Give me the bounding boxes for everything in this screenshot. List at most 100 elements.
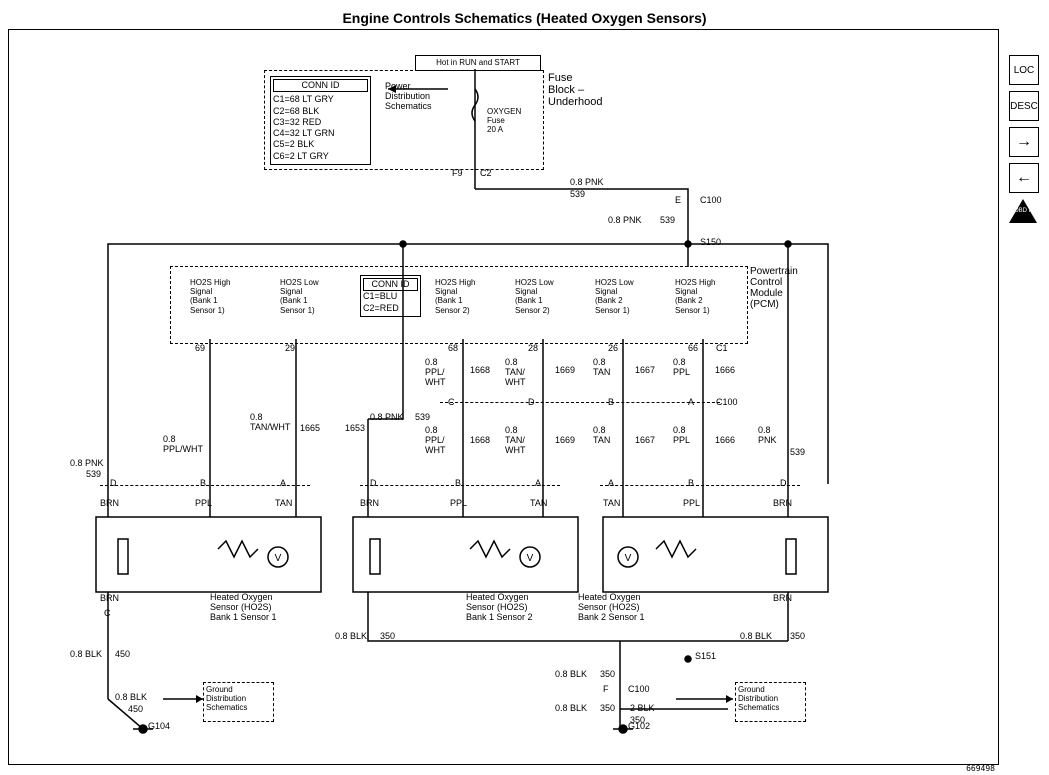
mid-c4-n: 1667 bbox=[635, 366, 655, 376]
wire-539-2: 539 bbox=[660, 216, 675, 226]
sig-b1s2-hi: HO2S High Signal (Bank 1 Sensor 2) bbox=[435, 278, 490, 315]
r3-c2-n: 1667 bbox=[635, 436, 655, 446]
sensor1-label: Heated Oxygen Sensor (HO2S) Bank 1 Senso… bbox=[210, 593, 277, 623]
clr-0: BRN bbox=[100, 499, 119, 509]
r3-c3-n: 1666 bbox=[715, 436, 735, 446]
oxygen-fuse-label: OXYGEN Fuse 20 A bbox=[487, 108, 521, 134]
pwr-dist-label: Power Distribution Schematics bbox=[385, 82, 432, 112]
clr-3: BRN bbox=[360, 499, 379, 509]
pin-c-left: C bbox=[104, 609, 111, 619]
page: Engine Controls Schematics (Heated Oxyge… bbox=[0, 0, 1049, 775]
r3-rpnk: 0.8 PNK bbox=[758, 426, 777, 446]
toolbar: LOC DESC → ← OBD II bbox=[1009, 55, 1039, 223]
blk350r: 0.8 BLK bbox=[740, 632, 772, 642]
pin-f: F bbox=[603, 685, 609, 695]
s150: S150 bbox=[700, 238, 721, 248]
obd-icon: OBD II bbox=[1009, 199, 1037, 223]
r3-rpnk-n: 539 bbox=[790, 448, 805, 458]
mid-c5-n: 1666 bbox=[715, 366, 735, 376]
c100-dashline bbox=[440, 402, 720, 403]
prev-button[interactable]: ← bbox=[1009, 163, 1039, 193]
conn-dash-2 bbox=[360, 485, 560, 486]
gnd-dist-2: Ground Distribution Schematics bbox=[735, 682, 806, 722]
mid-c5-u: 0.8 PPL bbox=[673, 358, 690, 378]
conn-dash-1 bbox=[100, 485, 310, 486]
wire-pnk-539-top: 0.8 PNK bbox=[570, 178, 604, 188]
conn-id-box-pcm: CONN ID C1=BLU C2=RED bbox=[360, 275, 421, 317]
r3-c0-n: 1668 bbox=[470, 436, 490, 446]
next-button[interactable]: → bbox=[1009, 127, 1039, 157]
pin-69: 69 bbox=[195, 344, 205, 354]
doc-number: 669498 bbox=[966, 764, 995, 773]
left-lpnk: 0.8 PNK bbox=[70, 459, 104, 469]
sig-b1s2-lo: HO2S Low Signal (Bank 1 Sensor 2) bbox=[515, 278, 570, 315]
wire-pnk-2: 0.8 PNK bbox=[608, 216, 642, 226]
conn-id-box-fuse: CONN ID C1=68 LT GRY C2=68 BLK C3=32 RED… bbox=[270, 76, 371, 165]
clr-7: PPL bbox=[683, 499, 700, 509]
pin-B3: B bbox=[688, 479, 694, 489]
sensor3-label: Heated Oxygen Sensor (HO2S) Bank 2 Senso… bbox=[578, 593, 645, 623]
fuse-block-label: Fuse Block – Underhood bbox=[548, 72, 602, 108]
r3-c2-u: 0.8 TAN bbox=[593, 426, 610, 446]
blk2: 2 BLK bbox=[630, 704, 655, 714]
sensor2-label: Heated Oxygen Sensor (HO2S) Bank 1 Senso… bbox=[466, 593, 533, 623]
r3-c0-u: 0.8 PPL/ WHT bbox=[425, 426, 446, 456]
g104: G104 bbox=[148, 722, 170, 732]
pin-29: 29 bbox=[285, 344, 295, 354]
pin-28: 28 bbox=[528, 344, 538, 354]
pin-D1: D bbox=[110, 479, 117, 489]
clr-8: BRN bbox=[773, 499, 792, 509]
clr-2: TAN bbox=[275, 499, 292, 509]
left-ppl-n: 1653 bbox=[345, 424, 365, 434]
conn-id-list: C1=68 LT GRY C2=68 BLK C3=32 RED C4=32 L… bbox=[273, 94, 368, 162]
hot-label: Hot in RUN and START bbox=[415, 55, 541, 71]
brn-left: BRN bbox=[100, 594, 119, 604]
r3-c3-u: 0.8 PPL bbox=[673, 426, 690, 446]
pin-e: E bbox=[675, 196, 681, 206]
clr-1: PPL bbox=[195, 499, 212, 509]
left-pnk-n: 539 bbox=[415, 413, 430, 423]
pin-c2: C2 bbox=[480, 169, 492, 179]
g102: G102 bbox=[628, 722, 650, 732]
blk350b: 0.8 BLK bbox=[555, 670, 587, 680]
n350a: 350 bbox=[380, 632, 395, 642]
pin-66: 66 bbox=[688, 344, 698, 354]
pin-B2: B bbox=[455, 479, 461, 489]
pin-D3: D bbox=[780, 479, 787, 489]
conn-id-hdr-pcm: CONN ID bbox=[363, 278, 418, 291]
sig-b2s1-lo: HO2S Low Signal (Bank 2 Sensor 1) bbox=[595, 278, 650, 315]
mid-c3-u: 0.8 TAN/ WHT bbox=[505, 358, 526, 388]
c100-top: C100 bbox=[700, 196, 722, 206]
conn-id-list-pcm: C1=BLU C2=RED bbox=[363, 291, 418, 314]
page-title: Engine Controls Schematics (Heated Oxyge… bbox=[0, 10, 1049, 26]
clr-5: TAN bbox=[530, 499, 547, 509]
c100-btm: C100 bbox=[628, 685, 650, 695]
pcm-c1: C1 bbox=[716, 344, 728, 354]
pcm-label: Powertrain Control Module (PCM) bbox=[750, 266, 798, 310]
gnd-dist-1: Ground Distribution Schematics bbox=[203, 682, 274, 722]
pin-26: 26 bbox=[608, 344, 618, 354]
pin-f9: F9 bbox=[452, 169, 463, 179]
sig-b1s1-hi: HO2S High Signal (Bank 1 Sensor 1) bbox=[190, 278, 245, 315]
left-tan: 0.8 TAN/WHT bbox=[250, 413, 290, 433]
pin-B1: B bbox=[200, 479, 206, 489]
sig-b2s1-hi: HO2S High Signal (Bank 2 Sensor 1) bbox=[675, 278, 730, 315]
sig-b1s1-lo: HO2S Low Signal (Bank 1 Sensor 1) bbox=[280, 278, 335, 315]
r3-c1-n: 1669 bbox=[555, 436, 575, 446]
pin-68: 68 bbox=[448, 344, 458, 354]
left-ppl: 0.8 PPL/WHT bbox=[163, 435, 203, 455]
pin-D2: D bbox=[370, 479, 377, 489]
clr-4: PPL bbox=[450, 499, 467, 509]
blk450b: 0.8 BLK bbox=[115, 693, 147, 703]
conn-dash-3 bbox=[600, 485, 800, 486]
pin-A3: A bbox=[608, 479, 614, 489]
left-lpnk-n: 539 bbox=[86, 470, 101, 480]
n450b: 450 bbox=[128, 705, 143, 715]
mid-c2-n: 1668 bbox=[470, 366, 490, 376]
pin-A2: A bbox=[535, 479, 541, 489]
mid-c2-u: 0.8 PPL/ WHT bbox=[425, 358, 446, 388]
mid-c4-u: 0.8 TAN bbox=[593, 358, 610, 378]
desc-button[interactable]: DESC bbox=[1009, 91, 1039, 121]
loc-button[interactable]: LOC bbox=[1009, 55, 1039, 85]
n350r: 350 bbox=[790, 632, 805, 642]
